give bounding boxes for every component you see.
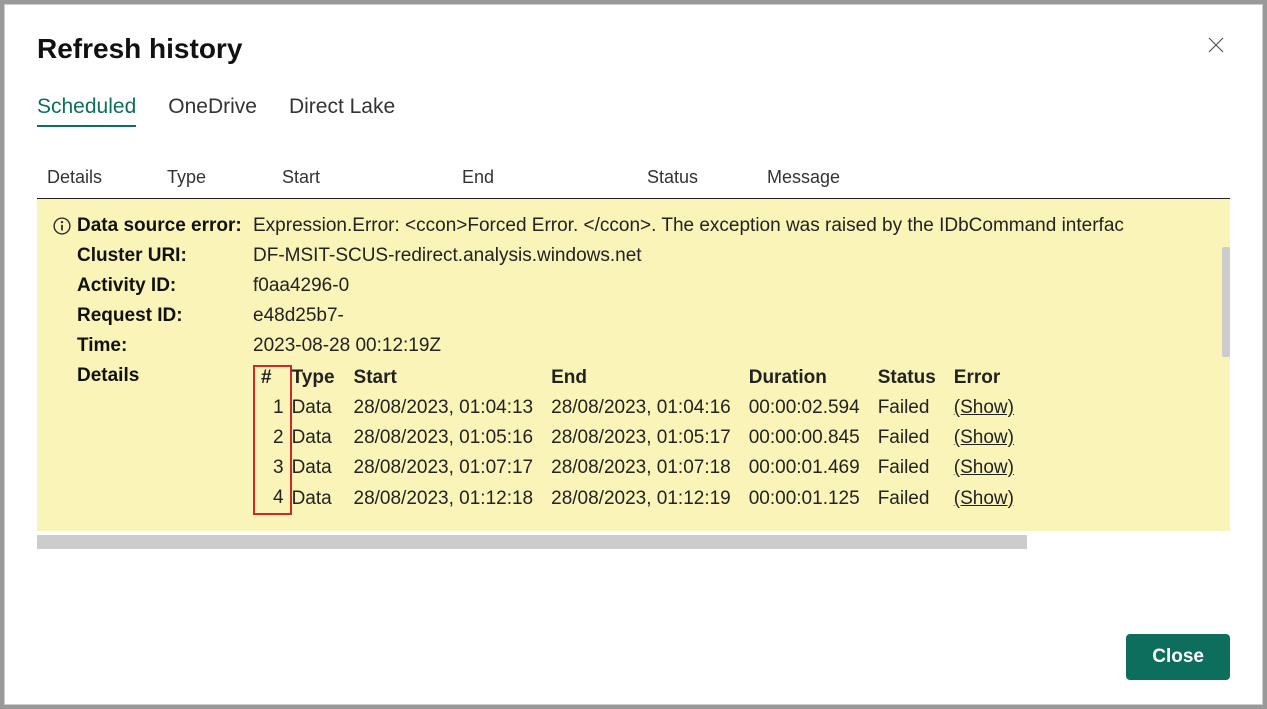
cell-type: Data: [291, 453, 354, 483]
cell-status: Failed: [878, 393, 954, 423]
tab-direct-lake[interactable]: Direct Lake: [289, 95, 395, 127]
show-error-link[interactable]: (Show): [954, 457, 1014, 478]
th-duration: Duration: [749, 366, 878, 393]
cell-end: 28/08/2023, 01:07:18: [551, 453, 749, 483]
label-activity-id: Activity ID:: [77, 275, 253, 297]
th-num: #: [254, 366, 291, 393]
cell-start: 28/08/2023, 01:12:18: [354, 483, 552, 514]
show-error-link[interactable]: (Show): [954, 397, 1014, 418]
col-header-details: Details: [47, 167, 167, 188]
cell-num: 3: [254, 453, 291, 483]
details-table-header-row: # Type Start End Duration Status Error: [254, 366, 1032, 393]
cell-end: 28/08/2023, 01:05:17: [551, 423, 749, 453]
th-start: Start: [354, 366, 552, 393]
cell-error: (Show): [954, 423, 1032, 453]
cell-duration: 00:00:01.469: [749, 453, 878, 483]
label-details: Details: [77, 365, 253, 515]
label-data-source-error: Data source error:: [77, 215, 253, 237]
tabs: Scheduled OneDrive Direct Lake: [37, 95, 1230, 127]
value-cluster-uri: DF-MSIT-SCUS-redirect.analysis.windows.n…: [253, 245, 1124, 267]
label-request-id: Request ID:: [77, 305, 253, 327]
value-request-id: e48d25b7-: [253, 305, 1124, 327]
cell-start: 28/08/2023, 01:05:16: [354, 423, 552, 453]
table-row: 1Data28/08/2023, 01:04:1328/08/2023, 01:…: [254, 393, 1032, 423]
cell-start: 28/08/2023, 01:07:17: [354, 453, 552, 483]
th-type: Type: [291, 366, 354, 393]
table-row: 4Data28/08/2023, 01:12:1828/08/2023, 01:…: [254, 483, 1032, 514]
close-icon[interactable]: [1202, 33, 1230, 60]
th-status: Status: [878, 366, 954, 393]
cell-status: Failed: [878, 423, 954, 453]
error-details-panel: Data source error: Expression.Error: <cc…: [37, 199, 1230, 531]
tab-scheduled[interactable]: Scheduled: [37, 95, 136, 127]
col-header-start: Start: [282, 167, 462, 188]
table-row: 3Data28/08/2023, 01:07:1728/08/2023, 01:…: [254, 453, 1032, 483]
show-error-link[interactable]: (Show): [954, 427, 1014, 448]
cell-num: 4: [254, 483, 291, 514]
cell-error: (Show): [954, 453, 1032, 483]
col-header-message: Message: [767, 167, 1230, 188]
dialog-footer: Close: [1126, 634, 1230, 680]
cell-duration: 00:00:02.594: [749, 393, 878, 423]
column-headers: Details Type Start End Status Message: [37, 163, 1230, 199]
show-error-link[interactable]: (Show): [954, 488, 1014, 509]
value-activity-id: f0aa4296-0: [253, 275, 1124, 297]
details-table: # Type Start End Duration Status Error 1…: [253, 365, 1033, 515]
col-header-status: Status: [647, 167, 767, 188]
cell-type: Data: [291, 393, 354, 423]
vertical-scrollbar[interactable]: [1222, 247, 1230, 357]
value-data-source-error: Expression.Error: <ccon>Forced Error. </…: [253, 215, 1124, 237]
info-icon: [53, 215, 77, 515]
th-end: End: [551, 366, 749, 393]
refresh-history-dialog: Refresh history Scheduled OneDrive Direc…: [4, 4, 1263, 705]
cell-end: 28/08/2023, 01:12:19: [551, 483, 749, 514]
close-button[interactable]: Close: [1126, 634, 1230, 680]
cell-error: (Show): [954, 393, 1032, 423]
th-error: Error: [954, 366, 1032, 393]
cell-start: 28/08/2023, 01:04:13: [354, 393, 552, 423]
cell-type: Data: [291, 483, 354, 514]
dialog-title: Refresh history: [37, 33, 242, 65]
table-row: 2Data28/08/2023, 01:05:1628/08/2023, 01:…: [254, 423, 1032, 453]
cell-num: 2: [254, 423, 291, 453]
col-header-type: Type: [167, 167, 282, 188]
tab-onedrive[interactable]: OneDrive: [168, 95, 257, 127]
label-time: Time:: [77, 335, 253, 357]
col-header-end: End: [462, 167, 647, 188]
cell-status: Failed: [878, 453, 954, 483]
cell-num: 1: [254, 393, 291, 423]
details-table-cell: # Type Start End Duration Status Error 1…: [253, 365, 1124, 515]
cell-error: (Show): [954, 483, 1032, 514]
label-cluster-uri: Cluster URI:: [77, 245, 253, 267]
horizontal-scrollbar[interactable]: [37, 535, 1027, 549]
cell-end: 28/08/2023, 01:04:16: [551, 393, 749, 423]
cell-status: Failed: [878, 483, 954, 514]
cell-type: Data: [291, 423, 354, 453]
cell-duration: 00:00:01.125: [749, 483, 878, 514]
value-time: 2023-08-28 00:12:19Z: [253, 335, 1124, 357]
dialog-header: Refresh history: [37, 33, 1230, 65]
cell-duration: 00:00:00.845: [749, 423, 878, 453]
